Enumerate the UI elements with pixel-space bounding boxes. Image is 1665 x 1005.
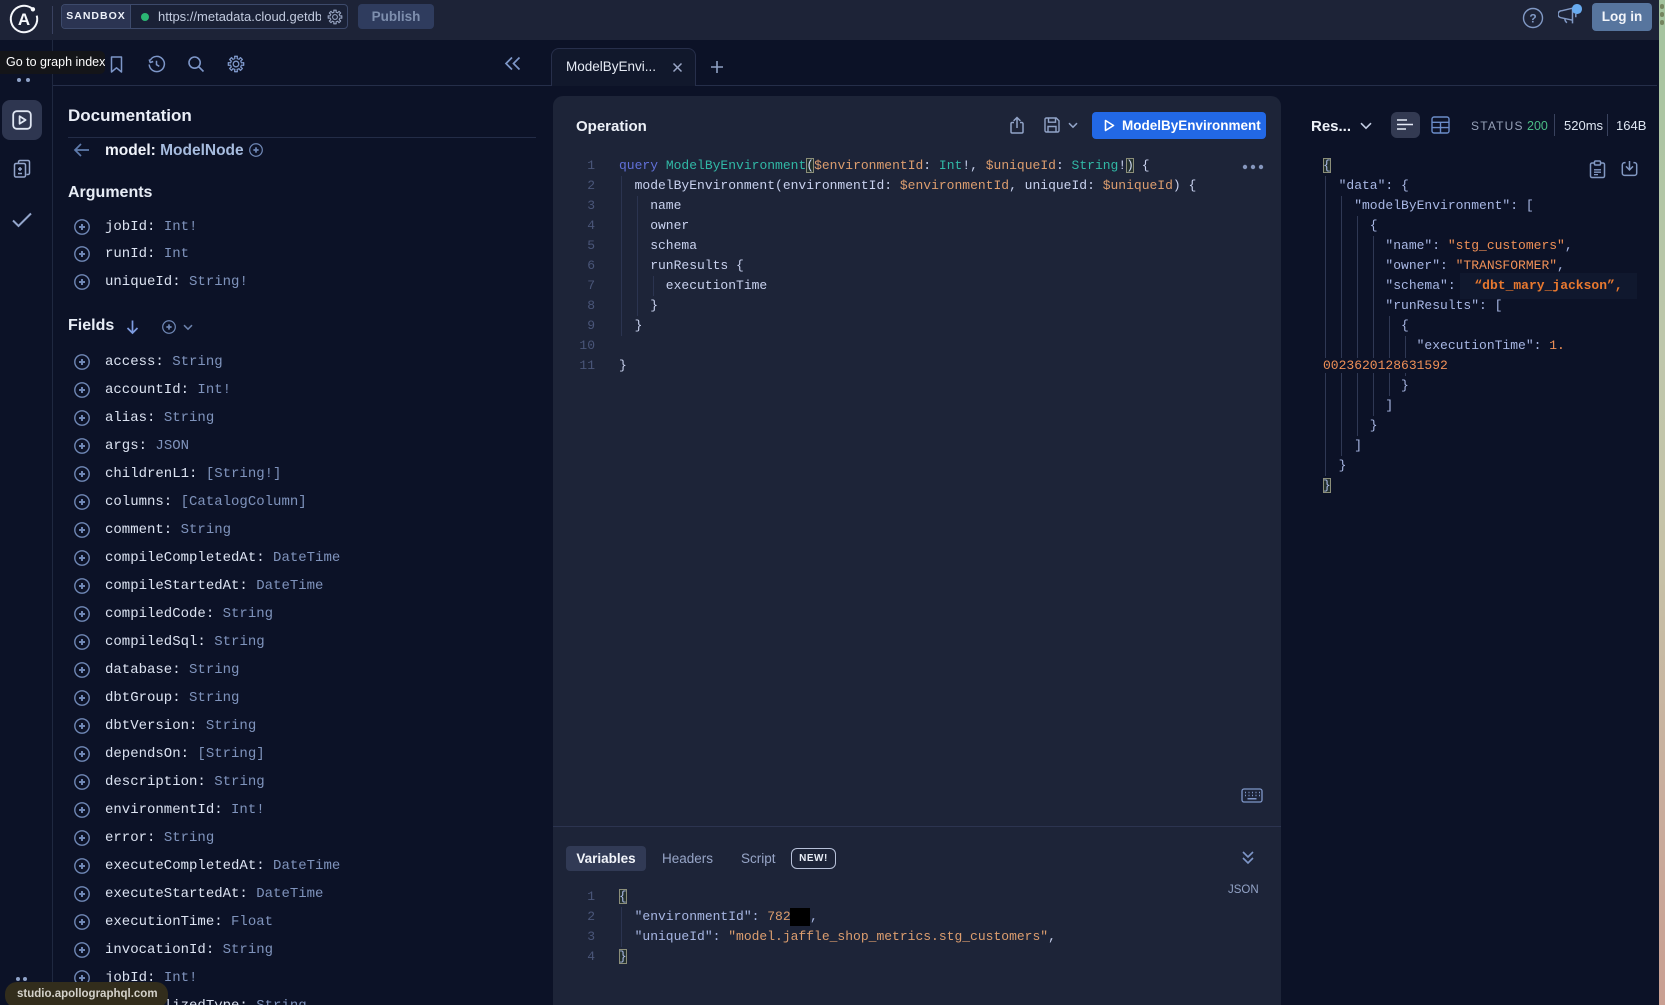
svg-text:?: ? [1529,12,1536,26]
svg-text:A: A [18,10,30,29]
